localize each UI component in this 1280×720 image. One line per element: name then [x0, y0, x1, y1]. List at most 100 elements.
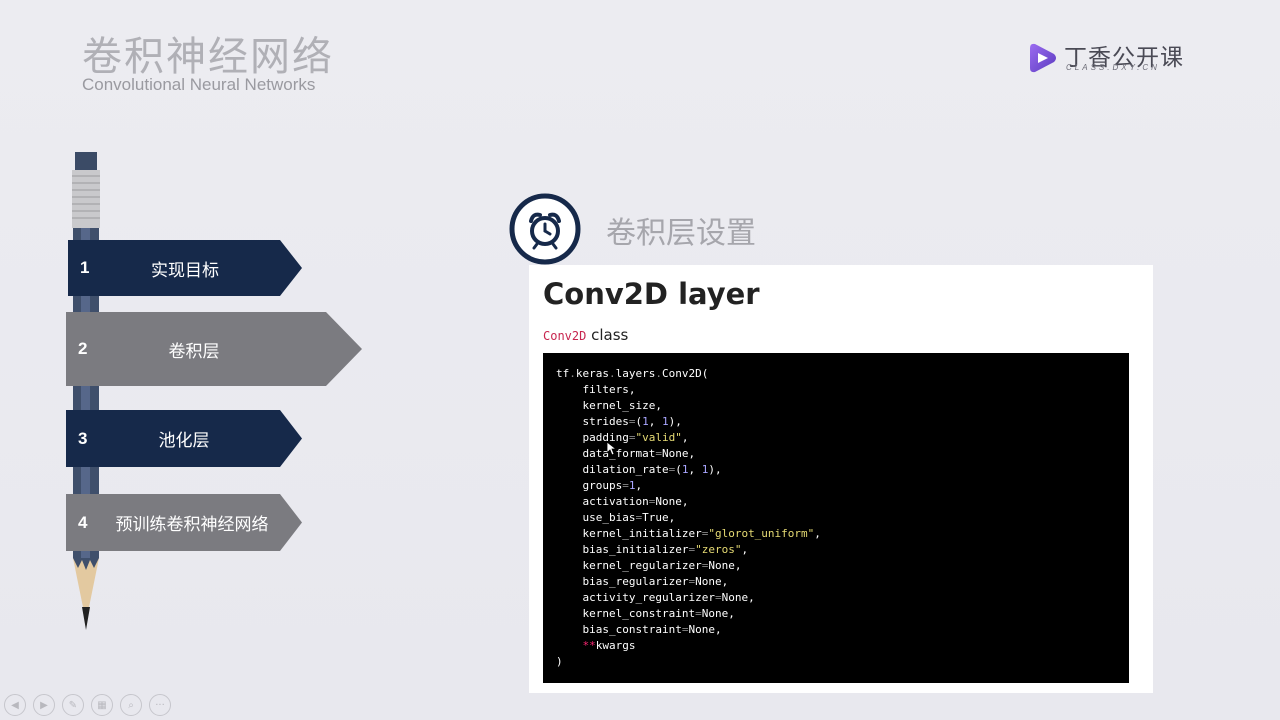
code-token: , [688, 463, 702, 476]
pencil-graphic [72, 152, 100, 630]
code-line: kernel_constraint=None, [556, 606, 1116, 622]
step-number: 3 [78, 428, 88, 448]
doc-screenshot-card: Conv2D layer Conv2D class tf.keras.layer… [529, 265, 1153, 693]
code-token: None [708, 559, 735, 572]
slides-icon[interactable]: ▦ [91, 694, 113, 716]
code-line: activity_regularizer=None, [556, 590, 1116, 606]
presentation-controls: ◀ ▶ ✎ ▦ ⌕ ··· [4, 694, 171, 716]
prev-icon[interactable]: ◀ [4, 694, 26, 716]
step-number: 1 [80, 258, 90, 277]
code-token: "glorot_uniform" [708, 527, 815, 540]
step-number: 4 [78, 512, 88, 532]
code-token: , [688, 447, 696, 460]
code-token: , [714, 463, 722, 476]
code-token: kernel_initializer [556, 527, 702, 540]
code-line: dilation_rate=(1, 1), [556, 462, 1116, 478]
code-token: layers [615, 367, 656, 380]
code-token: ) [708, 463, 715, 476]
step-4[interactable]: 4 预训练卷积神经网络 [66, 494, 302, 551]
class-line: Conv2D class [543, 326, 628, 344]
step-number: 2 [78, 339, 88, 358]
code-token: , [648, 415, 662, 428]
code-block: tf.keras.layers.Conv2D( filters, kernel_… [543, 353, 1129, 683]
step-label: 池化层 [158, 431, 210, 451]
more-icon[interactable]: ··· [149, 694, 171, 716]
step-label: 实现目标 [151, 260, 219, 281]
code-token: None [688, 623, 715, 636]
section-title: 卷积层设置 [606, 216, 756, 251]
code-token: activity_regularizer [556, 591, 715, 604]
code-line: bias_regularizer=None, [556, 574, 1116, 590]
class-suffix: class [591, 326, 629, 344]
code-token: 1 [642, 415, 649, 428]
class-name-code: Conv2D [543, 329, 587, 343]
code-line: kernel_regularizer=None, [556, 558, 1116, 574]
code-token: 1 [661, 415, 669, 428]
code-token: use_bias [556, 511, 636, 524]
next-icon[interactable]: ▶ [33, 694, 55, 716]
code-token: "zeros" [695, 543, 742, 556]
doc-heading: Conv2D layer [543, 277, 760, 311]
step-label: 预训练卷积神经网络 [115, 515, 269, 535]
code-token: bias_regularizer [556, 575, 689, 588]
code-line: use_bias=True, [556, 510, 1116, 526]
code-line: **kwargs [556, 638, 1116, 654]
code-line: kernel_size, [556, 398, 1116, 414]
code-token: kwargs [595, 639, 636, 652]
code-token: , [675, 415, 682, 428]
code-token: ( [675, 463, 682, 476]
code-token: None [721, 591, 749, 604]
code-token: kernel_size [556, 399, 656, 412]
code-line: padding="valid", [556, 430, 1116, 446]
brand-url: CLASS.DXY.CN [1066, 63, 1160, 72]
code-token: dilation_rate [556, 463, 669, 476]
code-token: "valid" [635, 431, 682, 444]
code-token: strides [556, 415, 629, 428]
code-token: , [628, 383, 636, 396]
code-token: , [681, 431, 689, 444]
slide-subtitle: Convolutional Neural Networks [82, 75, 316, 94]
play-logo-icon [1030, 43, 1056, 73]
code-token: data_format [556, 447, 656, 460]
code-token: ) [556, 655, 563, 668]
code-line: activation=None, [556, 494, 1116, 510]
code-line: bias_initializer="zeros", [556, 542, 1116, 558]
code-token: = [695, 607, 702, 620]
code-token: , [635, 479, 643, 492]
code-token: . [569, 367, 576, 380]
code-token: filters [556, 383, 629, 396]
alarm-clock-icon [509, 193, 581, 265]
code-token: , [655, 399, 662, 412]
code-token: , [714, 623, 722, 636]
code-token: , [681, 495, 689, 508]
brand-logo: 丁香公开课 CLASS.DXY.CN [1024, 38, 1184, 80]
code-token: = [622, 479, 629, 492]
zoom-icon[interactable]: ⌕ [120, 694, 142, 716]
code-token: . [655, 367, 662, 380]
code-token: bias_initializer [556, 543, 689, 556]
code-token: , [741, 543, 749, 556]
code-token: padding [556, 431, 629, 444]
code-line: kernel_initializer="glorot_uniform", [556, 526, 1116, 542]
code-token: None [701, 607, 729, 620]
code-line: tf.keras.layers.Conv2D( [556, 366, 1116, 382]
code-token: , [728, 607, 735, 620]
code-token: None [655, 495, 682, 508]
code-line: data_format=None, [556, 446, 1116, 462]
pen-icon[interactable]: ✎ [62, 694, 84, 716]
code-line: groups=1, [556, 478, 1116, 494]
code-token: None [661, 447, 689, 460]
code-token: , [814, 527, 821, 540]
code-token: = [714, 591, 722, 604]
step-3[interactable]: 3 池化层 [66, 410, 302, 467]
code-token: bias_constraint [556, 623, 682, 636]
code-line: bias_constraint=None, [556, 622, 1116, 638]
code-token: , [668, 511, 676, 524]
slide-title: 卷积神经网络 [82, 34, 334, 80]
step-1[interactable]: 1 实现目标 [68, 240, 302, 296]
code-token: , [748, 591, 755, 604]
code-token: ** [582, 639, 596, 652]
step-2[interactable]: 2 卷积层 [66, 312, 362, 386]
code-token: activation [556, 495, 649, 508]
